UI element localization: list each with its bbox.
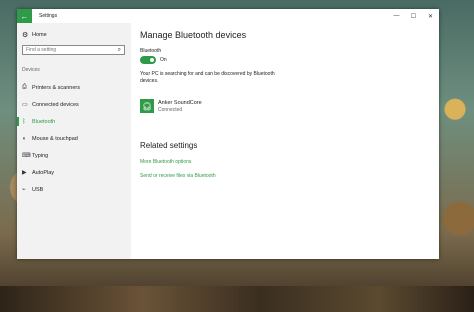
sidebar-item-printers[interactable]: ⎙ Printers & scanners xyxy=(17,79,131,96)
sidebar-item-typing[interactable]: ⌨ Typing xyxy=(17,147,131,164)
sidebar-section-label: Devices xyxy=(22,67,40,73)
maximize-button[interactable]: ☐ xyxy=(405,9,422,23)
bluetooth-toggle[interactable] xyxy=(140,56,156,64)
window-controls: — ☐ ✕ xyxy=(388,9,439,23)
title-bar: ← Settings — ☐ ✕ xyxy=(17,9,439,23)
minimize-button[interactable]: — xyxy=(388,9,405,23)
sidebar-item-home[interactable]: ⚙ Home xyxy=(22,31,47,39)
autoplay-icon: ▶ xyxy=(22,170,27,176)
bluetooth-icon: ᛒ xyxy=(22,118,26,125)
sidebar-item-label: Mouse & touchpad xyxy=(32,135,78,142)
search-box[interactable]: ⌕ xyxy=(22,45,125,55)
desktop-wallpaper-bottom xyxy=(0,286,474,312)
toggle-knob xyxy=(150,58,154,62)
printer-icon: ⎙ xyxy=(22,84,27,90)
usb-icon: ⌁ xyxy=(22,187,26,193)
sidebar-item-autoplay[interactable]: ▶ AutoPlay xyxy=(17,164,131,181)
headphones-icon: 🎧︎ xyxy=(140,99,154,113)
maximize-icon: ☐ xyxy=(410,13,417,20)
sidebar: ⚙ Home ⌕ Devices ⎙ Printers & scanners ▭… xyxy=(17,23,131,259)
window-title: Settings xyxy=(39,13,58,19)
device-text: Anker SoundCore Connected xyxy=(158,99,202,113)
close-button[interactable]: ✕ xyxy=(422,9,439,23)
bluetooth-label: Bluetooth xyxy=(140,48,162,54)
sidebar-item-bluetooth[interactable]: ᛒ Bluetooth xyxy=(17,113,131,130)
sidebar-item-label: AutoPlay xyxy=(32,169,55,176)
back-arrow-icon: ← xyxy=(20,11,29,21)
sidebar-item-connected-devices[interactable]: ▭ Connected devices xyxy=(17,96,131,113)
sidebar-item-label: Printers & scanners xyxy=(32,84,80,91)
search-input[interactable] xyxy=(26,47,106,53)
send-receive-files-link[interactable]: Send or receive files via Bluetooth xyxy=(140,173,216,179)
close-icon: ✕ xyxy=(427,13,434,20)
search-icon[interactable]: ⌕ xyxy=(118,47,121,54)
device-status: Connected xyxy=(158,107,183,113)
keyboard-icon: ⌨ xyxy=(22,153,31,159)
sidebar-item-label: Typing xyxy=(32,152,49,159)
device-name: Anker SoundCore xyxy=(158,100,202,106)
sidebar-item-label: Home xyxy=(32,32,47,38)
sidebar-item-label: Connected devices xyxy=(32,101,79,108)
toggle-state-label: On xyxy=(160,57,167,63)
minimize-icon: — xyxy=(393,13,400,19)
page-title: Manage Bluetooth devices xyxy=(140,30,247,40)
devices-icon: ▭ xyxy=(22,102,28,108)
main-content: Manage Bluetooth devices Bluetooth On Yo… xyxy=(140,23,430,259)
back-button[interactable]: ← xyxy=(17,9,32,23)
settings-window: ← Settings — ☐ ✕ ⚙ Home ⌕ Devices ⎙ Prin… xyxy=(17,9,439,259)
sidebar-item-mouse[interactable]: ◖ Mouse & touchpad xyxy=(17,130,131,147)
discovery-status-text: Your PC is searching for and can be disc… xyxy=(140,71,275,84)
sidebar-item-label: USB xyxy=(32,186,44,193)
mouse-icon: ◖ xyxy=(22,135,26,142)
sidebar-item-label: Bluetooth xyxy=(32,118,56,125)
gear-icon: ⚙ xyxy=(22,32,29,39)
more-bluetooth-options-link[interactable]: More Bluetooth options xyxy=(140,159,191,165)
device-item[interactable]: 🎧︎ Anker SoundCore Connected xyxy=(140,99,202,117)
sidebar-nav: ⎙ Printers & scanners ▭ Connected device… xyxy=(17,79,131,198)
sidebar-item-usb[interactable]: ⌁ USB xyxy=(17,181,131,198)
related-settings-heading: Related settings xyxy=(140,141,198,150)
